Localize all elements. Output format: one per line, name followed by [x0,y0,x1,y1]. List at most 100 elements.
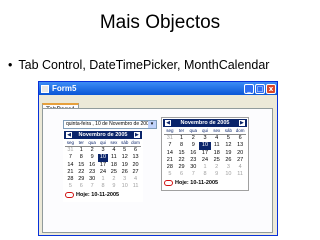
picker-dropdown-calendar[interactable]: ◀ Novembro de 2005 ▶ seg ter qua qui sex sáb d… [63,130,143,202]
month-calendar[interactable]: ◀ Novembro de 2005 ▶ seg ter qua qui sex sáb d… [161,117,249,191]
prev-month-icon[interactable]: ◀ [165,120,171,126]
day-cell[interactable]: 21 [65,169,76,176]
day-cell[interactable]: 10 [223,171,235,178]
today-link[interactable]: Hoje: 10-11-2005 [63,191,143,198]
day-cell[interactable]: 27 [130,169,141,176]
day-cell[interactable]: 29 [76,176,87,183]
day-cell[interactable]: 4 [234,164,246,171]
day-cell[interactable]: 6 [234,135,246,142]
day-cell[interactable]: 2 [108,176,119,183]
day-cell[interactable]: 7 [187,171,199,178]
day-cell[interactable]: 5 [119,147,130,154]
day-cell[interactable]: 23 [187,157,199,164]
day-cell[interactable]: 13 [130,154,141,161]
day-cell[interactable]: 18 [211,150,223,157]
day-cell[interactable]: 1 [76,147,87,154]
day-cell[interactable]: 22 [76,169,87,176]
day-cell[interactable]: 3 [98,147,109,154]
day-cell[interactable]: 17 [199,150,211,157]
day-cell[interactable]: 2 [87,147,98,154]
day-cell[interactable]: 12 [223,142,235,149]
day-cell[interactable]: 29 [176,164,188,171]
day-cell[interactable]: 4 [130,176,141,183]
prev-month-icon[interactable]: ◀ [66,132,72,138]
day-cell[interactable]: 26 [119,169,130,176]
day-cell[interactable]: 7 [164,142,176,149]
day-cell[interactable]: 22 [176,157,188,164]
day-cell[interactable]: 24 [98,169,109,176]
day-cell[interactable]: 14 [164,150,176,157]
day-cell[interactable]: 24 [199,157,211,164]
day-cell[interactable]: 6 [76,183,87,190]
day-cell[interactable]: 1 [98,176,109,183]
dropdown-arrow-icon[interactable]: ▾ [148,121,156,128]
day-cell[interactable]: 15 [76,162,87,169]
day-cell[interactable]: 2 [187,135,199,142]
day-cell[interactable]: 20 [234,150,246,157]
day-cell[interactable]: 2 [211,164,223,171]
day-cell[interactable]: 11 [130,183,141,190]
day-cell[interactable]: 14 [65,162,76,169]
day-cell[interactable]: 8 [76,154,87,161]
day-cell[interactable]: 11 [211,142,223,149]
next-month-icon[interactable]: ▶ [238,120,245,126]
day-cell[interactable]: 28 [164,164,176,171]
window-titlebar[interactable]: Form5 _ □ x [39,82,277,95]
day-cell[interactable]: 21 [164,157,176,164]
form-window: Form5 _ □ x TabPage1 quinta-feira , 10 d… [38,81,278,236]
day-cell[interactable]: 6 [130,147,141,154]
day-cell[interactable]: 9 [211,171,223,178]
minimize-button[interactable]: _ [244,83,254,94]
next-month-icon[interactable]: ▶ [133,132,140,138]
day-cell[interactable]: 9 [87,154,98,161]
day-cell[interactable]: 3 [119,176,130,183]
day-cell[interactable]: 8 [98,183,109,190]
day-cell[interactable]: 31 [164,135,176,142]
day-cell[interactable]: 19 [119,162,130,169]
day-cell[interactable]: 16 [87,162,98,169]
day-cell[interactable]: 1 [199,164,211,171]
day-cell[interactable]: 12 [119,154,130,161]
day-cell[interactable]: 31 [65,147,76,154]
day-cell[interactable]: 3 [199,135,211,142]
day-cell[interactable]: 26 [223,157,235,164]
day-cell[interactable]: 8 [199,171,211,178]
day-cell[interactable]: 20 [130,162,141,169]
weekday-header: dom [130,140,141,147]
day-cell[interactable]: 11 [108,154,119,161]
day-cell[interactable]: 8 [176,142,188,149]
date-time-picker[interactable]: quinta-feira , 10 de Novembro de 2005 ▾ [63,120,157,129]
day-cell[interactable]: 15 [176,150,188,157]
today-link[interactable]: Hoje: 10-11-2005 [162,179,248,186]
day-cell[interactable]: 5 [223,135,235,142]
day-cell[interactable]: 7 [65,154,76,161]
selected-day-cell[interactable]: 10 [97,154,109,162]
maximize-button[interactable]: □ [255,83,265,94]
day-cell[interactable]: 19 [223,150,235,157]
day-cell[interactable]: 7 [87,183,98,190]
selected-day-cell[interactable]: 10 [199,142,211,150]
day-cell[interactable]: 11 [234,171,246,178]
day-cell[interactable]: 1 [176,135,188,142]
day-cell[interactable]: 4 [108,147,119,154]
day-cell[interactable]: 16 [187,150,199,157]
day-cell[interactable]: 9 [187,142,199,149]
day-cell[interactable]: 28 [65,176,76,183]
day-cell[interactable]: 30 [187,164,199,171]
day-cell[interactable]: 4 [211,135,223,142]
day-cell[interactable]: 13 [234,142,246,149]
day-cell[interactable]: 27 [234,157,246,164]
day-cell[interactable]: 5 [164,171,176,178]
day-cell[interactable]: 25 [211,157,223,164]
day-cell[interactable]: 5 [65,183,76,190]
day-cell[interactable]: 10 [119,183,130,190]
close-button[interactable]: x [266,83,276,94]
day-cell[interactable]: 30 [87,176,98,183]
day-cell[interactable]: 17 [98,162,109,169]
day-cell[interactable]: 9 [108,183,119,190]
day-cell[interactable]: 3 [223,164,235,171]
day-cell[interactable]: 25 [108,169,119,176]
day-cell[interactable]: 18 [108,162,119,169]
day-cell[interactable]: 23 [87,169,98,176]
day-cell[interactable]: 6 [176,171,188,178]
